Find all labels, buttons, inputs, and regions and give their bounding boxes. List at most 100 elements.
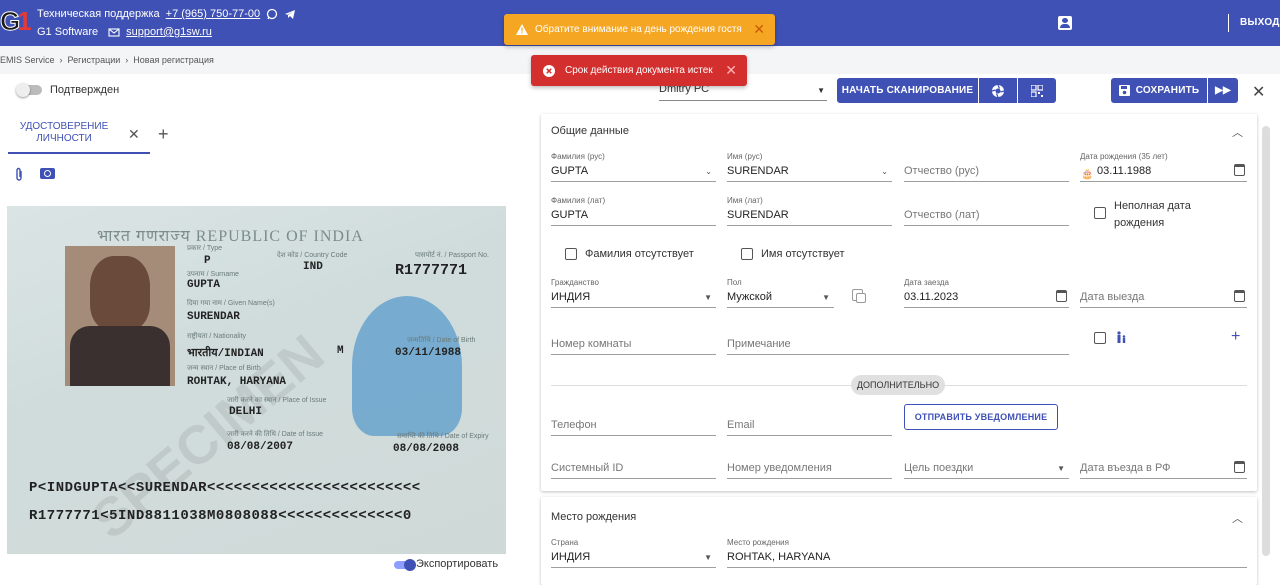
no-name-checkbox[interactable] (741, 248, 753, 260)
chevron-up-icon[interactable]: ︿ (1232, 124, 1243, 140)
citizenship-select[interactable]: Гражданство ИНДИЯ ▼ (551, 278, 716, 308)
support-email-link[interactable]: support@g1sw.ru (126, 26, 212, 38)
aperture-button[interactable] (979, 78, 1017, 103)
departure-date-input[interactable]: Дата выезда (1080, 278, 1247, 308)
field-placeholder: Номер комнаты (551, 338, 632, 350)
email-input[interactable]: Email (727, 406, 892, 436)
chevron-down-icon: ▼ (704, 553, 712, 562)
birthplace-title: Место рождения (551, 511, 637, 523)
field-value: GUPTA (551, 165, 589, 177)
mail-icon (108, 28, 120, 37)
field-value: 03.11.2023 (904, 291, 959, 303)
system-id-input[interactable]: Системный ID (551, 449, 716, 479)
telegram-icon[interactable] (284, 8, 296, 20)
passport-mrz-line1: P<INDGUPTA<<SURENDAR<<<<<<<<<<<<<<<<<<<<… (29, 480, 421, 496)
confirmed-toggle[interactable] (16, 83, 42, 97)
tab-close-icon[interactable]: ✕ (128, 126, 140, 143)
passport-doe: 08/08/2008 (393, 443, 460, 455)
section-divider (945, 385, 1247, 386)
breadcrumb-item[interactable]: EMIS Service (0, 55, 55, 65)
company-name: G1 Software (37, 26, 99, 38)
support-label: Техническая поддержка (37, 8, 160, 20)
whatsapp-icon[interactable] (266, 8, 278, 20)
passport-header: भारत गणराज्य REPUBLIC OF INDIA (97, 228, 364, 245)
header-divider (1228, 14, 1229, 32)
warning-toast-close-icon[interactable]: ✕ (753, 21, 765, 38)
field-label: Место рождения (727, 538, 789, 547)
passport-poi: DELHI (229, 406, 263, 418)
user-profile-icon[interactable] (1058, 16, 1072, 30)
breadcrumb-item[interactable]: Регистрации (68, 55, 121, 65)
birth-place-input[interactable]: Место рождения ROHTAK, HARYANA (727, 538, 1247, 568)
sex-select[interactable]: Пол Мужской ▼ (727, 278, 834, 308)
chevron-up-icon[interactable]: ︿ (1232, 510, 1243, 526)
arrival-date-input[interactable]: Дата заезда 03.11.2023 (904, 278, 1069, 308)
field-value: GUPTA (551, 209, 589, 221)
surname-lat-input[interactable]: Фамилия (лат) GUPTA (551, 196, 716, 226)
room-number-input[interactable]: Номер комнаты (551, 325, 716, 355)
field-placeholder: Дата въезда в РФ (1080, 462, 1171, 474)
field-value: SURENDAR (727, 165, 789, 177)
passport-type: P (204, 255, 211, 267)
passport-sex: M (337, 345, 344, 357)
field-placeholder: Номер уведомления (727, 462, 832, 474)
child-checkbox[interactable] (1094, 332, 1106, 344)
field-label: Дата рождения (35 лет) (1080, 152, 1168, 161)
breadcrumb-separator: › (59, 55, 63, 65)
scrollbar[interactable] (1262, 126, 1270, 556)
birth-country-select[interactable]: Страна ИНДИЯ ▼ (551, 538, 716, 568)
name-ru-select[interactable]: Имя (рус) SURENDAR ⌄ (727, 152, 892, 182)
calendar-icon[interactable] (1234, 461, 1245, 473)
trip-purpose-select[interactable]: Цель поездки ▼ (904, 449, 1069, 479)
save-button[interactable]: СОХРАНИТЬ (1111, 78, 1207, 103)
calendar-icon[interactable] (1234, 164, 1245, 176)
copy-icon[interactable] (852, 289, 866, 303)
breadcrumb-item: Новая регистрация (133, 55, 214, 65)
field-placeholder: Отчество (лат) (904, 209, 980, 221)
camera-icon[interactable] (40, 168, 55, 179)
birth-date-input[interactable]: Дата рождения (35 лет) 03.11.1988 (1080, 152, 1247, 182)
additional-chip[interactable]: ДОПОЛНИТЕЛЬНО (851, 375, 945, 395)
field-label: Дата заезда (904, 278, 949, 287)
field-placeholder: Отчество (рус) (904, 165, 980, 177)
add-guest-icon[interactable]: + (1231, 328, 1240, 346)
qr-scan-button[interactable] (1018, 78, 1056, 103)
phone-input[interactable]: Телефон (551, 406, 716, 436)
start-scan-button[interactable]: НАЧАТЬ СКАНИРОВАНИЕ (837, 78, 978, 103)
notification-number-input[interactable]: Номер уведомления (727, 449, 892, 479)
g1-logo[interactable]: G1 (0, 7, 32, 36)
support-phone-link[interactable]: +7 (965) 750-77-00 (166, 8, 260, 20)
add-tab-icon[interactable]: + (158, 124, 169, 145)
field-label: Фамилия (лат) (551, 196, 606, 205)
entry-rf-date-input[interactable]: Дата въезда в РФ (1080, 449, 1247, 479)
passport-ghost-photo (352, 296, 462, 436)
error-toast-text: Срок действия документа истек (565, 65, 713, 76)
name-lat-input[interactable]: Имя (лат) SURENDAR (727, 196, 892, 226)
field-label: Имя (рус) (727, 152, 763, 161)
calendar-icon[interactable] (1056, 290, 1067, 302)
passport-number-label: पासपोर्ट नं. / Passport No. (415, 252, 489, 259)
close-icon[interactable]: ✕ (1252, 82, 1265, 102)
calendar-icon[interactable] (1234, 290, 1245, 302)
note-input[interactable]: Примечание (727, 325, 1069, 355)
send-notification-button[interactable]: ОТПРАВИТЬ УВЕДОМЛЕНИЕ (904, 404, 1058, 430)
field-value: SURENDAR (727, 209, 789, 221)
passport-country-label: देश कोड / Country Code (277, 252, 348, 259)
chevron-down-icon: ▼ (1057, 464, 1065, 473)
logout-button[interactable]: ВЫХОД (1240, 17, 1280, 28)
passport-given-label: दिया गया नाम / Given Name(s) (187, 300, 275, 307)
field-value: ROHTAK, HARYANA (727, 551, 831, 563)
warning-icon (516, 24, 528, 35)
surname-ru-select[interactable]: Фамилия (рус) GUPTA ⌄ (551, 152, 716, 182)
error-toast-close-icon[interactable]: ✕ (725, 62, 737, 79)
patronymic-lat-input[interactable]: Отчество (лат) (904, 196, 1069, 226)
incomplete-dob-checkbox[interactable] (1094, 207, 1106, 219)
no-surname-checkbox[interactable] (565, 248, 577, 260)
passport-scan-image: भारत गणराज्य REPUBLIC OF INDIA SPECIMEN … (7, 206, 506, 554)
passport-dob-label: जन्मतिथि / Date of Birth (407, 337, 476, 344)
save-and-next-button[interactable]: ▶▶ (1208, 78, 1238, 103)
attachment-icon[interactable] (14, 167, 24, 185)
export-toggle[interactable] (394, 559, 416, 571)
patronymic-ru-input[interactable]: Отчество (рус) (904, 152, 1069, 182)
camera-aperture-icon (991, 84, 1005, 97)
